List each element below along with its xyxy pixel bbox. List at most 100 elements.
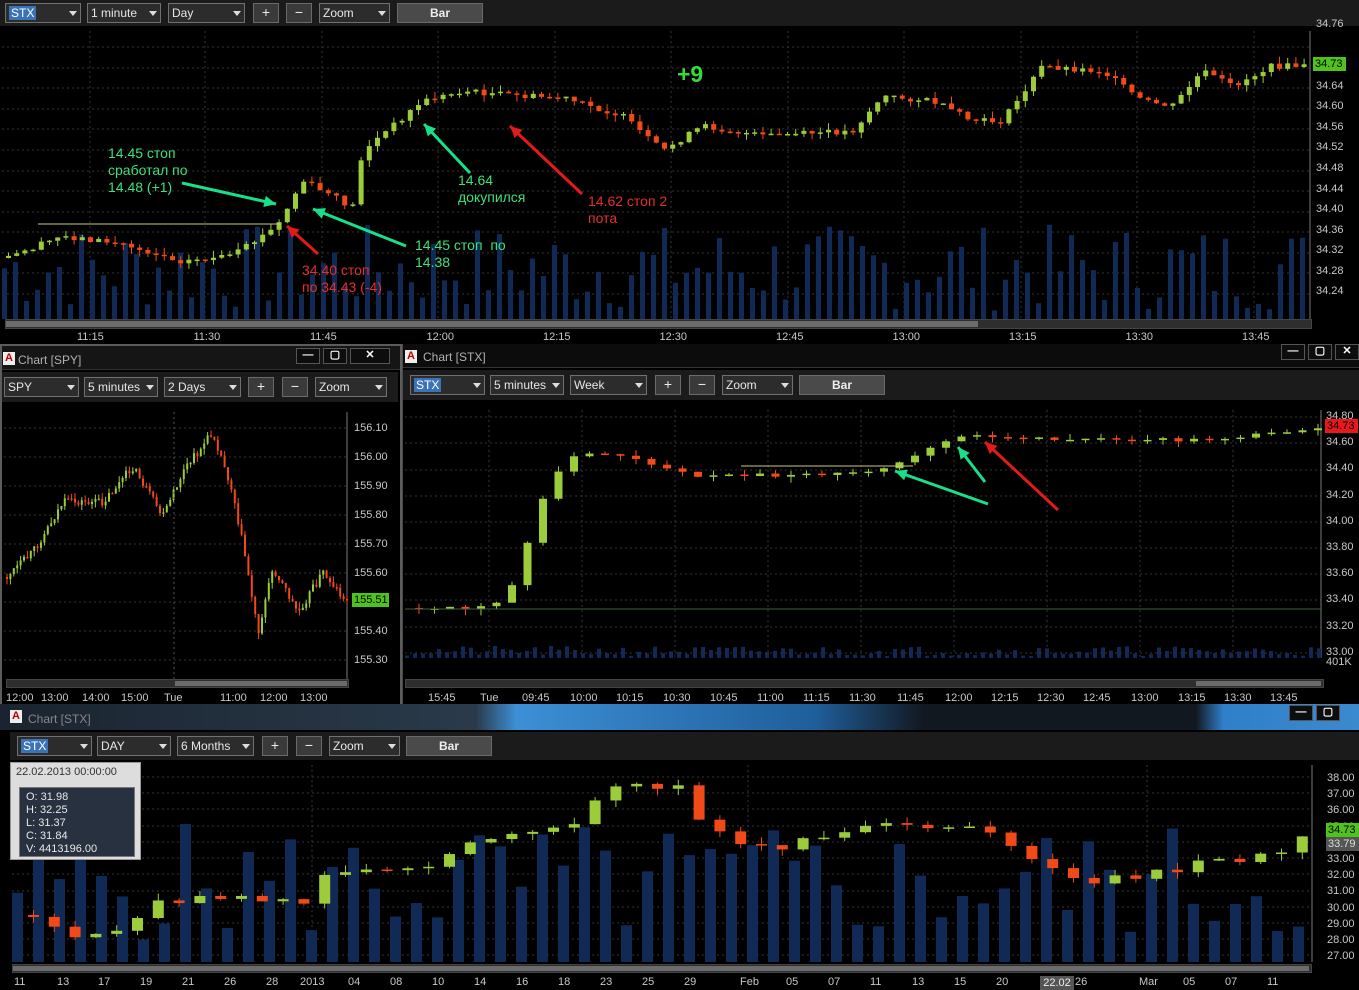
candle-body [473, 89, 479, 92]
volume-bar [726, 853, 737, 962]
volume-bar [933, 654, 937, 658]
spy-price-chart[interactable] [2, 402, 398, 714]
volume-bar [123, 243, 128, 319]
mid-window-titlebar[interactable] [403, 344, 1359, 368]
range-dropdown[interactable]: Day [168, 3, 245, 23]
candle-body [424, 98, 430, 106]
spy-zoom-out-button[interactable]: − [282, 377, 308, 397]
bot-minimize-button[interactable]: — [1289, 705, 1313, 721]
volume-bar [810, 845, 821, 962]
candle-body [714, 819, 726, 832]
chevron-down-icon [781, 383, 789, 388]
arrow-head-icon [895, 469, 908, 481]
candle-body [895, 462, 904, 469]
mid-interval-dropdown[interactable]: 5 minutes [490, 375, 564, 395]
bot-zoom-in-button[interactable]: + [262, 736, 288, 756]
candle-body [278, 576, 280, 581]
top-scrollbar[interactable] [5, 319, 1312, 329]
spy-zoom-dropdown[interactable]: Zoom [315, 377, 387, 397]
volume-bar [1037, 648, 1041, 658]
volume-bar [794, 287, 799, 319]
mid-zoom-out-button[interactable]: − [689, 375, 715, 395]
candle-body [621, 113, 626, 116]
x-tick-label: 11 [870, 976, 882, 988]
volume-bar [537, 834, 548, 962]
bot-scrollbar[interactable] [12, 964, 1312, 973]
y-tick-label: 34.44 [1316, 183, 1344, 195]
symbol-dropdown[interactable]: STX [5, 3, 81, 23]
spy-zoom-in-button[interactable]: + [248, 377, 274, 397]
volume-bar [813, 652, 817, 658]
candle-body [663, 464, 671, 469]
bot-symbol-dropdown[interactable]: STX [17, 736, 92, 756]
candle-body [585, 453, 594, 457]
scroll-thumb[interactable] [6, 321, 978, 327]
volume-bar [629, 275, 634, 319]
candle-body [981, 118, 987, 121]
volume-bar [495, 846, 506, 962]
candle-body [725, 474, 733, 477]
mid-scrollbar[interactable] [405, 679, 1324, 688]
mid-maximize-button[interactable]: ▢ [1308, 344, 1332, 360]
volume-bar [605, 653, 609, 658]
candle-body [230, 480, 233, 490]
bot-interval-dropdown[interactable]: DAY [97, 736, 171, 756]
candle-body [539, 498, 547, 543]
candle-body [71, 236, 77, 241]
x-tick-label: 11:15 [803, 692, 830, 704]
bot-zoom-out-button[interactable]: − [296, 736, 322, 756]
volume-bar [557, 649, 561, 658]
mid-bar-type-button[interactable]: Bar [799, 375, 885, 395]
mid-range-dropdown[interactable]: Week [570, 375, 647, 395]
bar-type-button[interactable]: Bar [397, 3, 483, 23]
spy-minimize-button[interactable]: — [296, 348, 320, 364]
volume-bar [549, 646, 553, 658]
zoom-in-button[interactable]: + [253, 3, 279, 23]
spy-window-title: Chart [SPY] [18, 353, 82, 367]
bot-zoom-dropdown[interactable]: Zoom [329, 736, 400, 756]
bot-window-titlebar[interactable] [0, 704, 1359, 730]
candle-body [1190, 438, 1198, 442]
interval-dropdown[interactable]: 1 minute [87, 3, 161, 23]
scroll-thumb[interactable] [13, 966, 1309, 971]
spy-close-button[interactable]: ✕ [350, 348, 390, 364]
x-tick-label: 13:00 [41, 692, 69, 704]
spy-interval-dropdown[interactable]: 5 minutes [84, 377, 158, 397]
volume-bar [589, 654, 593, 658]
bot-bar-type-button[interactable]: Bar [406, 736, 492, 756]
scroll-thumb[interactable] [175, 681, 347, 686]
bot-range-dropdown[interactable]: 6 Months [177, 736, 254, 756]
spy-scrollbar[interactable] [6, 679, 349, 688]
zoom-out-button[interactable]: − [286, 3, 312, 23]
candle-body [1130, 875, 1142, 879]
volume-bar [145, 304, 150, 319]
candle-body [1039, 65, 1045, 77]
spy-maximize-button[interactable]: ▢ [323, 348, 347, 364]
scroll-thumb[interactable] [1196, 681, 1321, 686]
bot-maximize-button[interactable]: ▢ [1316, 705, 1340, 721]
candle-body [335, 587, 338, 589]
volume-bar [563, 254, 568, 319]
candle-body [760, 132, 766, 135]
mid-minimize-button[interactable]: — [1281, 344, 1305, 360]
mid-symbol-dropdown[interactable]: STX [410, 375, 485, 395]
spy-range-dropdown[interactable]: 2 Days [164, 377, 241, 397]
y-tick-label: 29.00 [1327, 917, 1355, 930]
mid-close-button[interactable]: ✕ [1335, 344, 1359, 360]
mid-price-chart[interactable]: 401K [403, 400, 1359, 704]
candle-body [523, 542, 532, 586]
candle-body [104, 501, 107, 506]
candle-body [1296, 836, 1308, 853]
candle-body [298, 899, 310, 904]
candle-body [756, 473, 764, 477]
x-tick-label: Mar [1139, 976, 1158, 988]
candle-body [1080, 68, 1086, 72]
mid-zoom-dropdown[interactable]: Zoom [722, 375, 793, 395]
spy-symbol-dropdown[interactable]: SPY [4, 377, 79, 397]
volume-bar [882, 262, 887, 319]
x-tick-label: 13:15 [1009, 331, 1037, 343]
mid-zoom-in-button[interactable]: + [655, 375, 681, 395]
volume-bar [1125, 646, 1129, 658]
zoom-dropdown[interactable]: Zoom [319, 3, 390, 23]
bot-price-chart[interactable] [0, 760, 1359, 990]
